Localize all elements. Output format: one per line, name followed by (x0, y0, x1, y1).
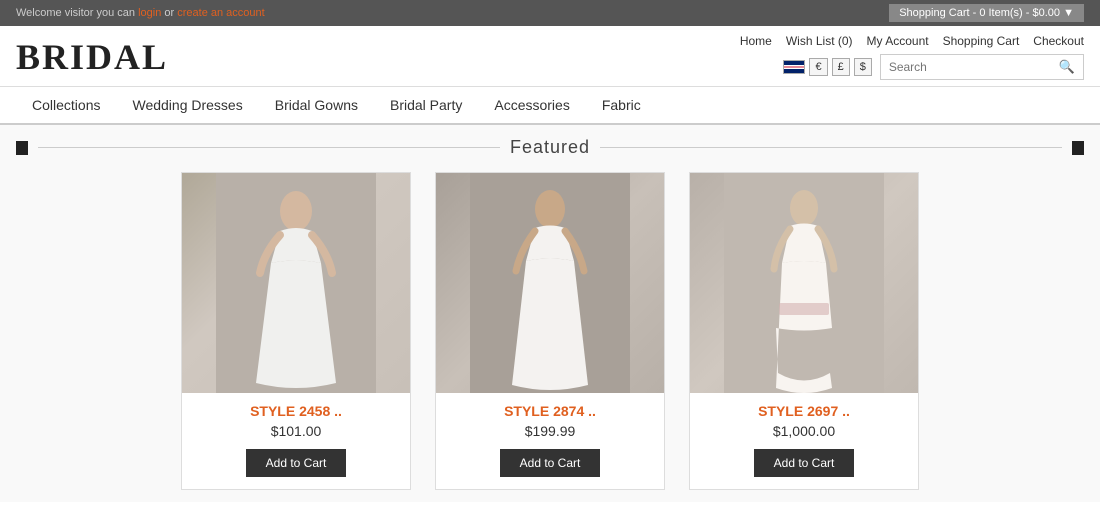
pound-button[interactable]: £ (832, 58, 850, 76)
home-link[interactable]: Home (740, 34, 772, 48)
product-image-3 (690, 173, 918, 393)
product-card: STYLE 2458 .. $101.00 Add to Cart (181, 172, 411, 490)
add-to-cart-button-2[interactable]: Add to Cart (500, 449, 601, 477)
search-box: 🔍 (880, 54, 1084, 80)
checkout-link[interactable]: Checkout (1033, 34, 1084, 48)
header-right: Home Wish List (0) My Account Shopping C… (740, 34, 1084, 80)
dress-svg-2 (436, 173, 664, 393)
search-input[interactable] (881, 56, 1051, 78)
dress-svg-1 (182, 173, 410, 393)
featured-section: Featured STYL (0, 125, 1100, 502)
product-price-2: $199.99 (436, 423, 664, 439)
create-account-link[interactable]: create an account (177, 7, 264, 19)
product-price-1: $101.00 (182, 423, 410, 439)
my-account-link[interactable]: My Account (867, 34, 929, 48)
search-button[interactable]: 🔍 (1051, 55, 1083, 79)
product-style-1[interactable]: STYLE 2458 .. (182, 403, 410, 419)
main-nav: Collections Wedding Dresses Bridal Gowns… (0, 87, 1100, 125)
products-grid: STYLE 2458 .. $101.00 Add to Cart STYLE … (16, 172, 1084, 490)
header-links: Home Wish List (0) My Account Shopping C… (740, 34, 1084, 48)
featured-line-right (600, 147, 1062, 148)
product-card-3: STYLE 2697 .. $1,000.00 Add to Cart (689, 172, 919, 490)
product-price-3: $1,000.00 (690, 423, 918, 439)
shopping-cart-link[interactable]: Shopping Cart (943, 34, 1020, 48)
dollar-button[interactable]: $ (854, 58, 872, 76)
header-search-row: € £ $ 🔍 (783, 54, 1084, 80)
nav-bridal-gowns[interactable]: Bridal Gowns (259, 87, 374, 123)
currency-flags: € £ $ (783, 58, 871, 76)
featured-header: Featured (16, 137, 1084, 158)
top-bar: Welcome visitor you can login or create … (0, 0, 1100, 26)
login-link[interactable]: login (138, 7, 161, 19)
flag-icon (783, 60, 805, 74)
welcome-text: Welcome visitor you can login or create … (16, 7, 265, 19)
nav-bridal-party[interactable]: Bridal Party (374, 87, 478, 123)
product-card-2: STYLE 2874 .. $199.99 Add to Cart (435, 172, 665, 490)
featured-bar-left (16, 141, 28, 155)
featured-title: Featured (510, 137, 590, 158)
add-to-cart-button-1[interactable]: Add to Cart (246, 449, 347, 477)
nav-collections[interactable]: Collections (16, 87, 116, 123)
product-style-2[interactable]: STYLE 2874 .. (436, 403, 664, 419)
cart-area: Shopping Cart - 0 Item(s) - $0.00 ▼ (889, 4, 1084, 22)
dress-svg-3 (690, 173, 918, 393)
wish-list-link[interactable]: Wish List (0) (786, 34, 853, 48)
product-image-1 (182, 173, 410, 393)
site-logo: BRIDAL (16, 36, 168, 78)
product-style-3[interactable]: STYLE 2697 .. (690, 403, 918, 419)
featured-bar-right (1072, 141, 1084, 155)
product-image-2 (436, 173, 664, 393)
euro-button[interactable]: € (809, 58, 827, 76)
nav-wedding-dresses[interactable]: Wedding Dresses (116, 87, 258, 123)
add-to-cart-button-3[interactable]: Add to Cart (754, 449, 855, 477)
nav-fabric[interactable]: Fabric (586, 87, 657, 123)
shopping-cart-button[interactable]: Shopping Cart - 0 Item(s) - $0.00 ▼ (889, 4, 1084, 22)
featured-line-left (38, 147, 500, 148)
header: BRIDAL Home Wish List (0) My Account Sho… (0, 26, 1100, 87)
nav-accessories[interactable]: Accessories (478, 87, 585, 123)
